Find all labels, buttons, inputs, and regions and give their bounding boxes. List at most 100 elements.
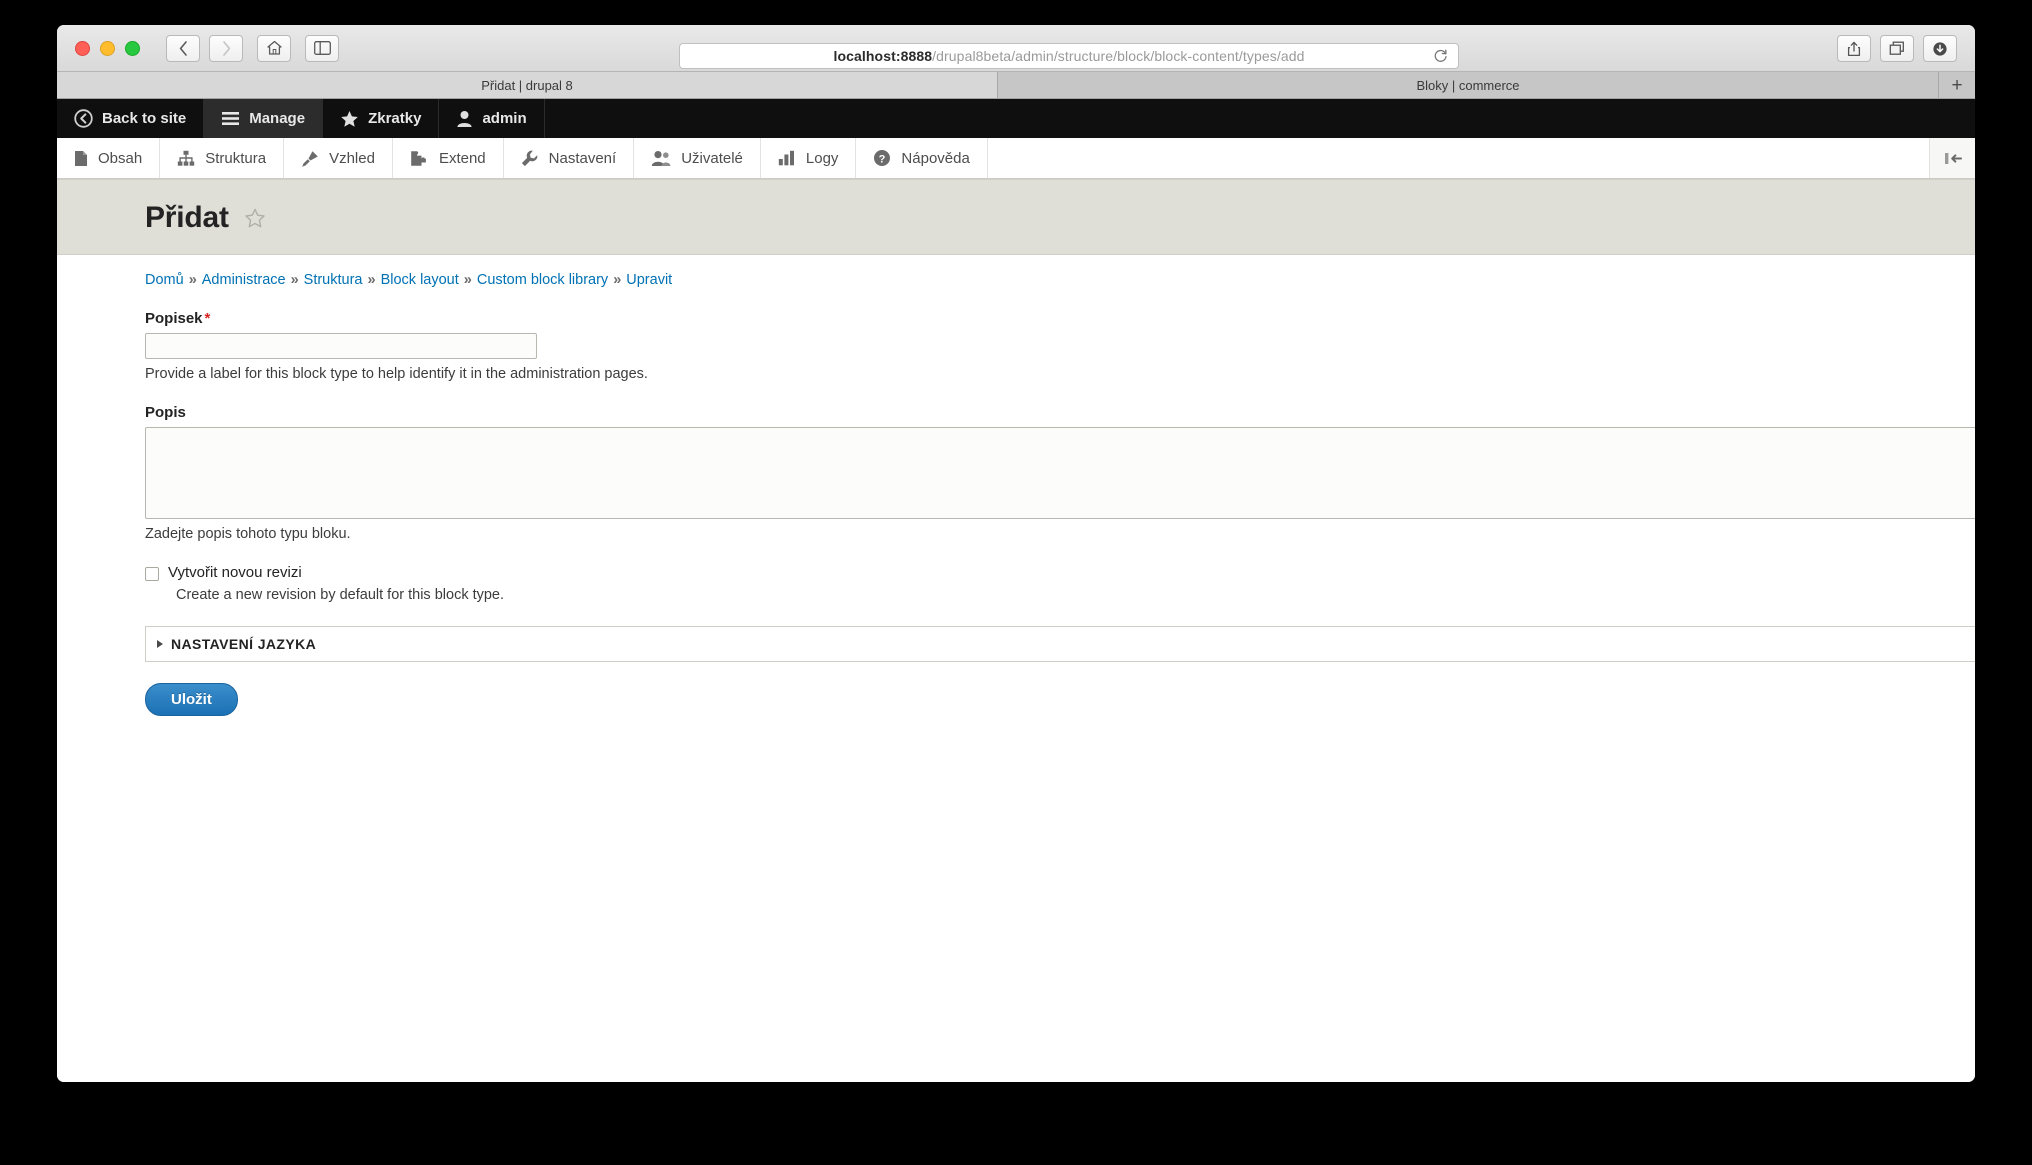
star-outline-icon[interactable] bbox=[244, 208, 266, 229]
drupal-toolbar: Back to site Manage Zkratky admin bbox=[57, 99, 1975, 138]
breadcrumb-sep-1: » bbox=[290, 272, 299, 288]
required-marker: * bbox=[204, 310, 211, 327]
admin-menu-spacer bbox=[988, 138, 1930, 178]
toolbar-item-zkratky[interactable]: Zkratky bbox=[323, 99, 440, 138]
admin-menu-item-logy[interactable]: Logy bbox=[761, 138, 857, 178]
admin-menu-item-napoveda[interactable]: ? Nápověda bbox=[856, 138, 988, 178]
toolbar-item-back-to-site-label: Back to site bbox=[102, 110, 187, 127]
admin-menu-item-extend[interactable]: Extend bbox=[393, 138, 504, 178]
minimize-window-button[interactable] bbox=[100, 40, 115, 56]
revision-checkbox-description: Create a new revision by default for thi… bbox=[176, 587, 505, 603]
save-button[interactable]: Uložit bbox=[145, 683, 238, 716]
toolbar-item-admin[interactable]: admin bbox=[439, 99, 545, 138]
breadcrumb-item-2[interactable]: Struktura bbox=[304, 272, 363, 288]
breadcrumb-item-4[interactable]: Custom block library bbox=[477, 272, 608, 288]
breadcrumb-item-3[interactable]: Block layout bbox=[381, 272, 459, 288]
address-bar[interactable]: localhost:8888/drupal8beta/admin/structu… bbox=[679, 43, 1459, 69]
zoom-window-button[interactable] bbox=[125, 40, 140, 56]
puzzle-icon bbox=[410, 150, 429, 167]
close-window-button[interactable] bbox=[75, 40, 90, 56]
block-type-add-form: Popisek * Provide a label for this block … bbox=[57, 302, 1975, 716]
chevron-right-icon bbox=[157, 640, 163, 648]
bar-chart-icon bbox=[778, 150, 796, 166]
admin-menu-item-struktura[interactable]: Struktura bbox=[160, 138, 285, 178]
breadcrumb-item-0[interactable]: Domů bbox=[145, 272, 184, 288]
downloads-button[interactable] bbox=[1923, 35, 1957, 62]
sidebar-icon bbox=[313, 41, 331, 55]
toolbar-item-back-to-site[interactable]: Back to site bbox=[57, 99, 205, 138]
share-icon bbox=[1847, 41, 1861, 56]
admin-menu-item-nastaveni[interactable]: Nastavení bbox=[504, 138, 635, 178]
breadcrumb-sep-0: » bbox=[188, 272, 197, 288]
browser-tab-2-label: Bloky | commerce bbox=[1416, 77, 1520, 93]
svg-text:?: ? bbox=[879, 153, 886, 165]
page-header: Přidat bbox=[57, 179, 1975, 255]
url-path: /drupal8beta/admin/structure/block/block… bbox=[932, 48, 1305, 64]
revision-checkbox-row: Vytvořit novou revizi bbox=[145, 564, 1933, 581]
tab-strip: Přidat | drupal 8 Bloky | commerce + bbox=[57, 72, 1975, 99]
field-description: Popis Zadejte popis tohoto typu bloku. bbox=[145, 404, 1975, 542]
toolbar-orientation-toggle[interactable] bbox=[1930, 138, 1975, 178]
browser-right-buttons bbox=[1837, 35, 1957, 62]
label-input[interactable] bbox=[145, 333, 537, 359]
question-circle-icon: ? bbox=[873, 149, 891, 167]
share-button[interactable] bbox=[1837, 35, 1871, 62]
browser-tab-1[interactable]: Přidat | drupal 8 bbox=[57, 72, 998, 98]
browser-titlebar: localhost:8888/drupal8beta/admin/structu… bbox=[57, 25, 1975, 72]
toolbar-item-manage-label: Manage bbox=[249, 110, 306, 127]
browser-tab-2[interactable]: Bloky | commerce bbox=[998, 72, 1939, 98]
reload-icon[interactable] bbox=[1433, 49, 1448, 64]
admin-menu-item-vzhled-label: Vzhled bbox=[329, 149, 375, 167]
label-field-description: Provide a label for this block type to h… bbox=[145, 366, 648, 382]
toolbar-orientation-icon bbox=[1943, 151, 1963, 166]
admin-menu-item-obsah-label: Obsah bbox=[98, 149, 143, 167]
language-settings-details[interactable]: NASTAVENÍ JAZYKA bbox=[145, 626, 1975, 662]
breadcrumb-item-1[interactable]: Administrace bbox=[202, 272, 286, 288]
label-field-label: Popisek * bbox=[145, 310, 1933, 327]
admin-menu-item-obsah[interactable]: Obsah bbox=[57, 138, 161, 178]
page-title: Přidat bbox=[145, 201, 229, 234]
sitemap-icon bbox=[177, 150, 195, 167]
window-controls bbox=[75, 40, 140, 56]
user-icon bbox=[456, 110, 473, 128]
back-arrow-icon bbox=[74, 109, 93, 128]
breadcrumb-item-5[interactable]: Upravit bbox=[626, 272, 672, 288]
browser-window: localhost:8888/drupal8beta/admin/structu… bbox=[57, 25, 1975, 1082]
toolbar-item-zkratky-label: Zkratky bbox=[368, 110, 422, 127]
toolbar-item-manage[interactable]: Manage bbox=[204, 99, 324, 138]
revision-checkbox-label[interactable]: Vytvořit novou revizi bbox=[168, 564, 302, 581]
show-sidebar-button[interactable] bbox=[305, 34, 339, 62]
download-icon bbox=[1933, 41, 1947, 56]
admin-menu-item-uzivatele[interactable]: Uživatelé bbox=[634, 138, 761, 178]
admin-menu-item-uzivatele-label: Uživatelé bbox=[681, 149, 743, 167]
people-icon bbox=[651, 150, 671, 167]
language-settings-summary[interactable]: NASTAVENÍ JAZYKA bbox=[157, 636, 1975, 652]
admin-menu-item-logy-label: Logy bbox=[805, 149, 839, 167]
forward-button[interactable] bbox=[209, 34, 243, 62]
hamburger-icon bbox=[221, 111, 240, 126]
paintbrush-icon bbox=[301, 150, 319, 167]
page-content: Domů» Administrace» Struktura» Block layout… bbox=[57, 255, 1975, 1082]
url-text: localhost:8888/drupal8beta/admin/structu… bbox=[833, 48, 1304, 64]
home-button[interactable] bbox=[257, 34, 291, 62]
admin-menu-item-struktura-label: Struktura bbox=[205, 149, 267, 167]
navigation-buttons bbox=[166, 34, 243, 62]
language-settings-summary-label: NASTAVENÍ JAZYKA bbox=[171, 636, 317, 652]
field-label: Popisek * Provide a label for this block … bbox=[145, 310, 1933, 382]
admin-menu-item-extend-label: Extend bbox=[438, 149, 486, 167]
breadcrumb-sep-3: » bbox=[463, 272, 472, 288]
admin-menu-item-vzhled[interactable]: Vzhled bbox=[284, 138, 393, 178]
breadcrumb-sep-4: » bbox=[613, 272, 622, 288]
description-textarea[interactable] bbox=[145, 427, 1975, 519]
tab-overview-button[interactable] bbox=[1880, 35, 1914, 62]
back-button[interactable] bbox=[166, 34, 200, 62]
description-field-description: Zadejte popis tohoto typu bloku. bbox=[145, 526, 351, 542]
wrench-icon bbox=[521, 150, 539, 167]
admin-menu-item-napoveda-label: Nápověda bbox=[901, 149, 970, 167]
url-host: localhost:8888 bbox=[833, 48, 933, 64]
new-tab-label: + bbox=[1951, 74, 1963, 96]
toolbar-item-admin-label: admin bbox=[482, 110, 527, 127]
new-tab-button[interactable]: + bbox=[1939, 72, 1975, 98]
breadcrumb-sep-2: » bbox=[367, 272, 376, 288]
revision-checkbox[interactable] bbox=[145, 567, 159, 581]
